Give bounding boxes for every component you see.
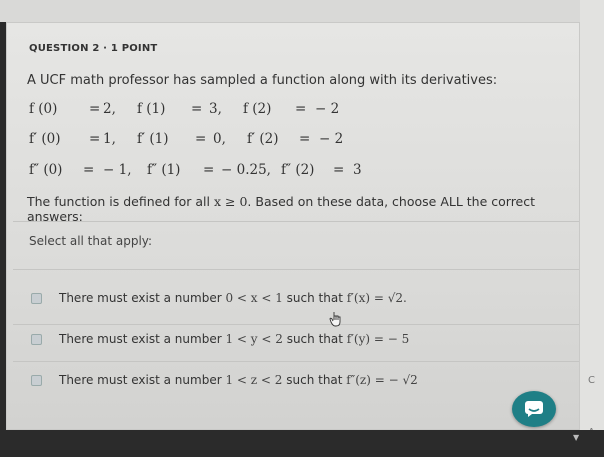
domain-math: x ≥ 0 xyxy=(213,194,248,209)
divider xyxy=(13,221,579,222)
f2-label: f (2) xyxy=(243,101,272,117)
domain-statement: The function is defined for all x ≥ 0. B… xyxy=(27,194,579,224)
fpp2-label: f″ (2) xyxy=(281,162,315,178)
edge-char-top: C xyxy=(588,375,595,386)
eq-sign: = xyxy=(89,131,101,147)
eq-sign: = xyxy=(203,162,215,178)
fp0-label: f′ (0) xyxy=(29,131,61,147)
values-line: f (0) = 2, f (1) = 3, f (2) = − 2 xyxy=(29,101,339,117)
fpp0-label: f″ (0) xyxy=(29,162,63,178)
fp1-label: f′ (1) xyxy=(137,131,169,147)
answer-option-1[interactable]: There must exist a number 0 < x < 1 such… xyxy=(7,281,579,321)
option-prefix: There must exist a number xyxy=(59,332,226,346)
fp1-value: 0, xyxy=(213,131,226,147)
f0-label: f (0) xyxy=(29,101,58,117)
screen: C A QUESTION 2 · 1 POINT A UCF math prof… xyxy=(0,0,604,457)
f2-value: − 2 xyxy=(315,101,340,117)
question-header: QUESTION 2 · 1 POINT xyxy=(29,43,158,54)
fp0-value: 1, xyxy=(103,131,116,147)
eq-sign: = xyxy=(191,101,203,117)
fpp0-value: − 1, xyxy=(103,162,132,178)
option-condition: 0 < x < 1 xyxy=(225,291,283,305)
answer-option-2[interactable]: There must exist a number 1 < y < 2 such… xyxy=(7,326,579,366)
fpp2-value: 3 xyxy=(353,162,362,178)
chat-bubble-icon xyxy=(525,401,543,417)
option-mid: such that xyxy=(282,373,347,387)
top-bar xyxy=(0,0,604,22)
f1-label: f (1) xyxy=(137,101,166,117)
right-edge: C A xyxy=(580,0,604,457)
eq-sign: = xyxy=(89,101,101,117)
eq-sign: = xyxy=(83,162,95,178)
option-text: There must exist a number 1 < z < 2 such… xyxy=(59,373,418,387)
fp2-value: − 2 xyxy=(319,131,344,147)
eq-sign: = xyxy=(299,131,311,147)
option-expression: f′(y) = − 5 xyxy=(346,332,410,346)
domain-prefix: The function is defined for all xyxy=(27,194,214,209)
chat-button[interactable] xyxy=(512,391,556,427)
fpp1-value: − 0.25, xyxy=(221,162,271,178)
second-derivs-line: f″ (0) = − 1, f″ (1) = − 0.25, f″ (2) = 3 xyxy=(29,162,362,178)
f0-value: 2, xyxy=(103,101,116,117)
option-text: There must exist a number 0 < x < 1 such… xyxy=(59,291,407,305)
option-mid: such that xyxy=(282,291,347,305)
eq-sign: = xyxy=(295,101,307,117)
bottom-dark-area xyxy=(0,430,604,457)
option-prefix: There must exist a number xyxy=(59,291,226,305)
f1-value: 3, xyxy=(209,101,222,117)
eq-sign: = xyxy=(333,162,345,178)
option-expression: f″(z) = − √2 xyxy=(346,373,418,387)
hand-cursor-icon xyxy=(329,312,341,327)
option-condition: 1 < z < 2 xyxy=(225,373,283,387)
option-text: There must exist a number 1 < y < 2 such… xyxy=(59,332,409,346)
option-prefix: There must exist a number xyxy=(59,373,226,387)
option-mid: such that xyxy=(282,332,347,346)
divider xyxy=(13,324,579,325)
answer-option-3[interactable]: There must exist a number 1 < z < 2 such… xyxy=(7,365,579,405)
option-checkbox[interactable] xyxy=(31,293,42,304)
fpp1-label: f″ (1) xyxy=(147,162,181,178)
divider xyxy=(13,269,579,270)
option-checkbox[interactable] xyxy=(31,375,42,386)
question-card: QUESTION 2 · 1 POINT A UCF math professo… xyxy=(6,22,580,430)
option-expression: f′(x) = √2. xyxy=(346,291,407,305)
fp2-label: f′ (2) xyxy=(247,131,279,147)
question-intro: A UCF math professor has sampled a funct… xyxy=(27,73,498,88)
eq-sign: = xyxy=(195,131,207,147)
first-derivs-line: f′ (0) = 1, f′ (1) = 0, f′ (2) = − 2 xyxy=(29,131,343,147)
scroll-down-icon[interactable]: ▼ xyxy=(573,433,579,442)
option-checkbox[interactable] xyxy=(31,334,42,345)
divider xyxy=(13,361,579,362)
option-condition: 1 < y < 2 xyxy=(225,332,283,346)
select-all-label: Select all that apply: xyxy=(29,234,153,248)
